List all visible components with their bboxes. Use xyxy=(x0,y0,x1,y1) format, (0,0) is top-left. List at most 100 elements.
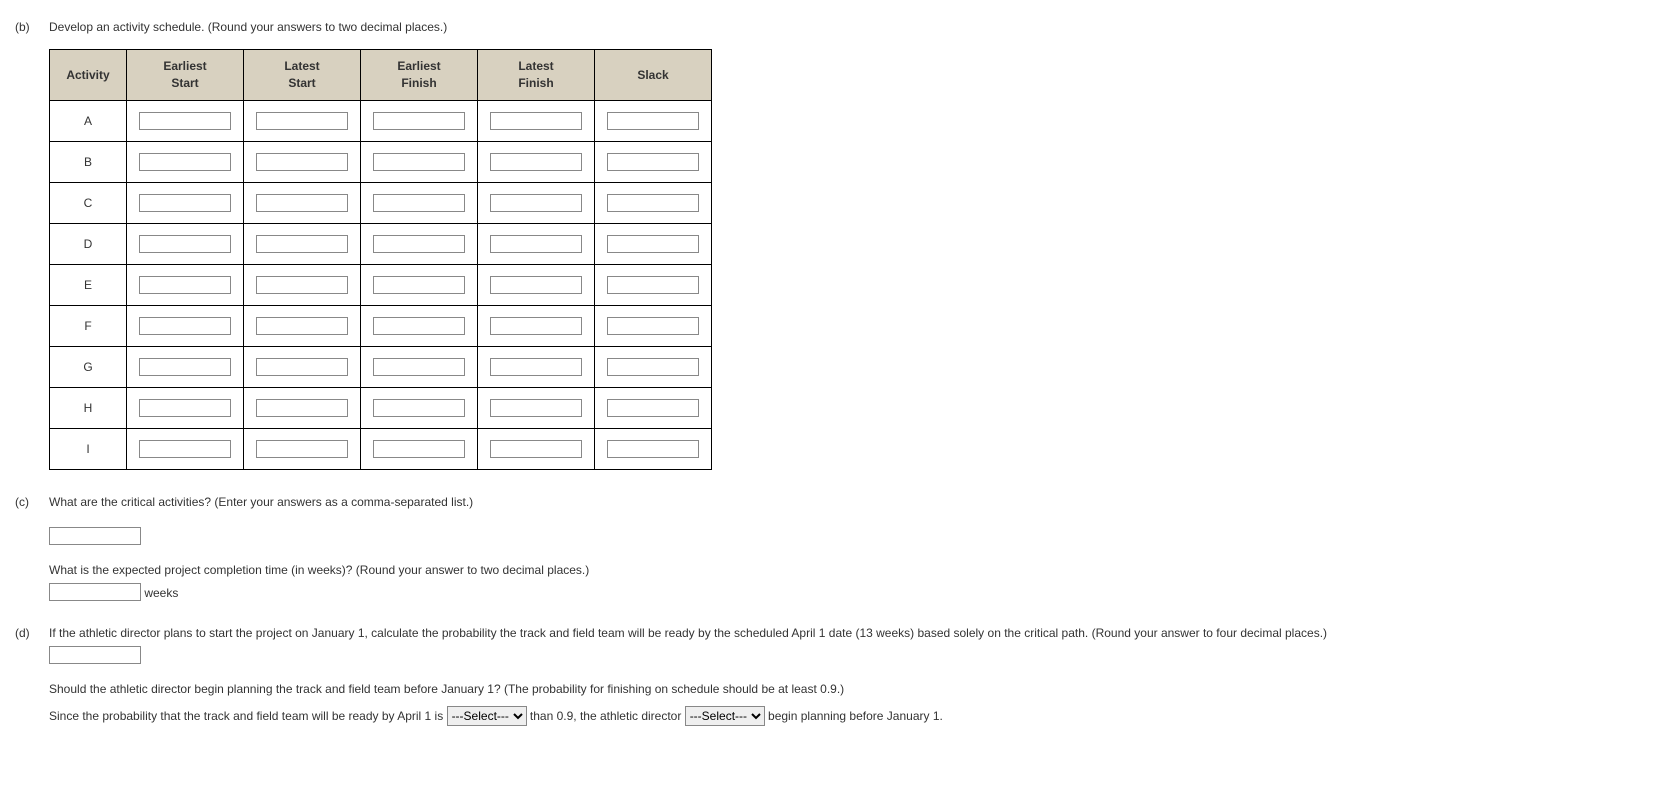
es-input[interactable] xyxy=(139,399,231,417)
ls-input[interactable] xyxy=(256,194,348,212)
completion-time-unit: weeks xyxy=(144,586,178,600)
input-cell xyxy=(361,347,478,388)
ls-input[interactable] xyxy=(256,358,348,376)
lf-input[interactable] xyxy=(490,440,582,458)
input-cell xyxy=(478,224,595,265)
input-cell xyxy=(595,429,712,470)
part-b: (b) Develop an activity schedule. (Round… xyxy=(15,20,1657,470)
lf-input[interactable] xyxy=(490,153,582,171)
lf-input[interactable] xyxy=(490,317,582,335)
input-cell xyxy=(361,224,478,265)
part-d-followup: Should the athletic director begin plann… xyxy=(49,682,1657,696)
ls-input[interactable] xyxy=(256,399,348,417)
ef-input[interactable] xyxy=(373,317,465,335)
table-row: G xyxy=(50,347,712,388)
lf-input[interactable] xyxy=(490,235,582,253)
activity-label-cell: E xyxy=(50,265,127,306)
completion-time-input[interactable] xyxy=(49,583,141,601)
lf-input[interactable] xyxy=(490,194,582,212)
ef-input[interactable] xyxy=(373,440,465,458)
slack-input[interactable] xyxy=(607,317,699,335)
ef-input[interactable] xyxy=(373,112,465,130)
slack-input[interactable] xyxy=(607,235,699,253)
table-row: D xyxy=(50,224,712,265)
part-c: (c) What are the critical activities? (E… xyxy=(15,495,1657,601)
lf-input[interactable] xyxy=(490,399,582,417)
lf-input[interactable] xyxy=(490,358,582,376)
input-cell xyxy=(244,224,361,265)
es-input[interactable] xyxy=(139,317,231,335)
part-d-label: (d) xyxy=(15,626,37,640)
es-input[interactable] xyxy=(139,235,231,253)
input-cell xyxy=(361,388,478,429)
activity-label-cell: F xyxy=(50,306,127,347)
input-cell xyxy=(244,142,361,183)
sentence-part-2: than 0.9, the athletic director xyxy=(530,709,681,723)
es-input[interactable] xyxy=(139,358,231,376)
part-c-subprompt: What is the expected project completion … xyxy=(49,563,1657,577)
critical-activities-input[interactable] xyxy=(49,527,141,545)
activity-label-cell: G xyxy=(50,347,127,388)
table-row: B xyxy=(50,142,712,183)
decision-select[interactable]: ---Select--- xyxy=(685,706,765,726)
activity-label-cell: A xyxy=(50,101,127,142)
input-cell xyxy=(595,224,712,265)
ls-input[interactable] xyxy=(256,440,348,458)
slack-input[interactable] xyxy=(607,112,699,130)
activity-label-cell: D xyxy=(50,224,127,265)
ef-input[interactable] xyxy=(373,235,465,253)
part-b-prompt: Develop an activity schedule. (Round you… xyxy=(49,20,1657,34)
slack-input[interactable] xyxy=(607,440,699,458)
input-cell xyxy=(127,388,244,429)
table-row: C xyxy=(50,183,712,224)
input-cell xyxy=(595,265,712,306)
col-earliest-start: Earliest Start xyxy=(127,50,244,101)
input-cell xyxy=(244,101,361,142)
input-cell xyxy=(595,347,712,388)
es-input[interactable] xyxy=(139,112,231,130)
input-cell xyxy=(595,306,712,347)
ls-input[interactable] xyxy=(256,235,348,253)
ef-input[interactable] xyxy=(373,153,465,171)
slack-input[interactable] xyxy=(607,194,699,212)
input-cell xyxy=(361,265,478,306)
input-cell xyxy=(361,306,478,347)
input-cell xyxy=(361,101,478,142)
es-input[interactable] xyxy=(139,194,231,212)
input-cell xyxy=(595,142,712,183)
ef-input[interactable] xyxy=(373,358,465,376)
ls-input[interactable] xyxy=(256,153,348,171)
ef-input[interactable] xyxy=(373,194,465,212)
input-cell xyxy=(361,183,478,224)
input-cell xyxy=(127,101,244,142)
ls-input[interactable] xyxy=(256,112,348,130)
ef-input[interactable] xyxy=(373,399,465,417)
table-row: E xyxy=(50,265,712,306)
slack-input[interactable] xyxy=(607,153,699,171)
probability-input[interactable] xyxy=(49,646,141,664)
slack-input[interactable] xyxy=(607,399,699,417)
table-row: H xyxy=(50,388,712,429)
es-input[interactable] xyxy=(139,153,231,171)
ls-input[interactable] xyxy=(256,276,348,294)
comparison-select[interactable]: ---Select--- xyxy=(447,706,527,726)
sentence-part-3: begin planning before January 1. xyxy=(768,709,943,723)
lf-input[interactable] xyxy=(490,112,582,130)
input-cell xyxy=(127,183,244,224)
input-cell xyxy=(244,306,361,347)
es-input[interactable] xyxy=(139,440,231,458)
slack-input[interactable] xyxy=(607,276,699,294)
part-c-label: (c) xyxy=(15,495,37,509)
part-d-prompt: If the athletic director plans to start … xyxy=(49,626,1657,640)
activity-schedule-table: Activity Earliest Start Latest Start Ear… xyxy=(49,49,712,470)
input-cell xyxy=(127,265,244,306)
ls-input[interactable] xyxy=(256,317,348,335)
input-cell xyxy=(595,183,712,224)
es-input[interactable] xyxy=(139,276,231,294)
ef-input[interactable] xyxy=(373,276,465,294)
lf-input[interactable] xyxy=(490,276,582,294)
slack-input[interactable] xyxy=(607,358,699,376)
activity-label-cell: H xyxy=(50,388,127,429)
input-cell xyxy=(244,183,361,224)
activity-label-cell: I xyxy=(50,429,127,470)
